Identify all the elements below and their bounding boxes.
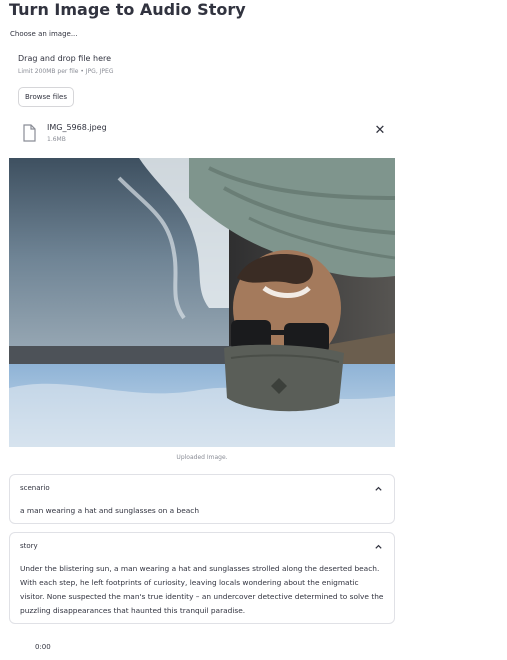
photo-illustration [9,158,395,447]
audio-player-time[interactable]: 0:00 [35,643,51,651]
uploaded-file-size: 1.6MB [47,136,66,143]
chevron-up-icon[interactable] [374,542,383,551]
scenario-text: a man wearing a hat and sunglasses on a … [20,506,200,515]
scenario-expander[interactable]: scenario a man wearing a hat and sunglas… [9,474,395,524]
uploaded-file-name: IMG_5968.jpeg [47,123,107,132]
file-drop-zone[interactable]: Drag and drop file here Limit 200MB per … [9,44,395,116]
chevron-up-icon[interactable] [374,484,383,493]
uploader-label: Choose an image... [10,30,78,38]
scenario-header: scenario [20,484,50,492]
story-header: story [20,542,38,550]
drop-zone-limit: Limit 200MB per file • JPG, JPEG [18,68,114,75]
uploaded-image [9,158,395,447]
uploaded-file-row: IMG_5968.jpeg 1.6MB ✕ [9,118,395,152]
close-icon[interactable]: ✕ [373,124,387,138]
browse-files-button[interactable]: Browse files [18,87,74,107]
image-caption: Uploaded Image. [176,454,228,461]
story-text: Under the blistering sun, a man wearing … [20,564,384,615]
file-icon [23,124,36,142]
page-title: Turn Image to Audio Story [9,0,246,19]
story-expander[interactable]: story Under the blistering sun, a man we… [9,532,395,624]
drop-zone-title: Drag and drop file here [18,54,112,63]
